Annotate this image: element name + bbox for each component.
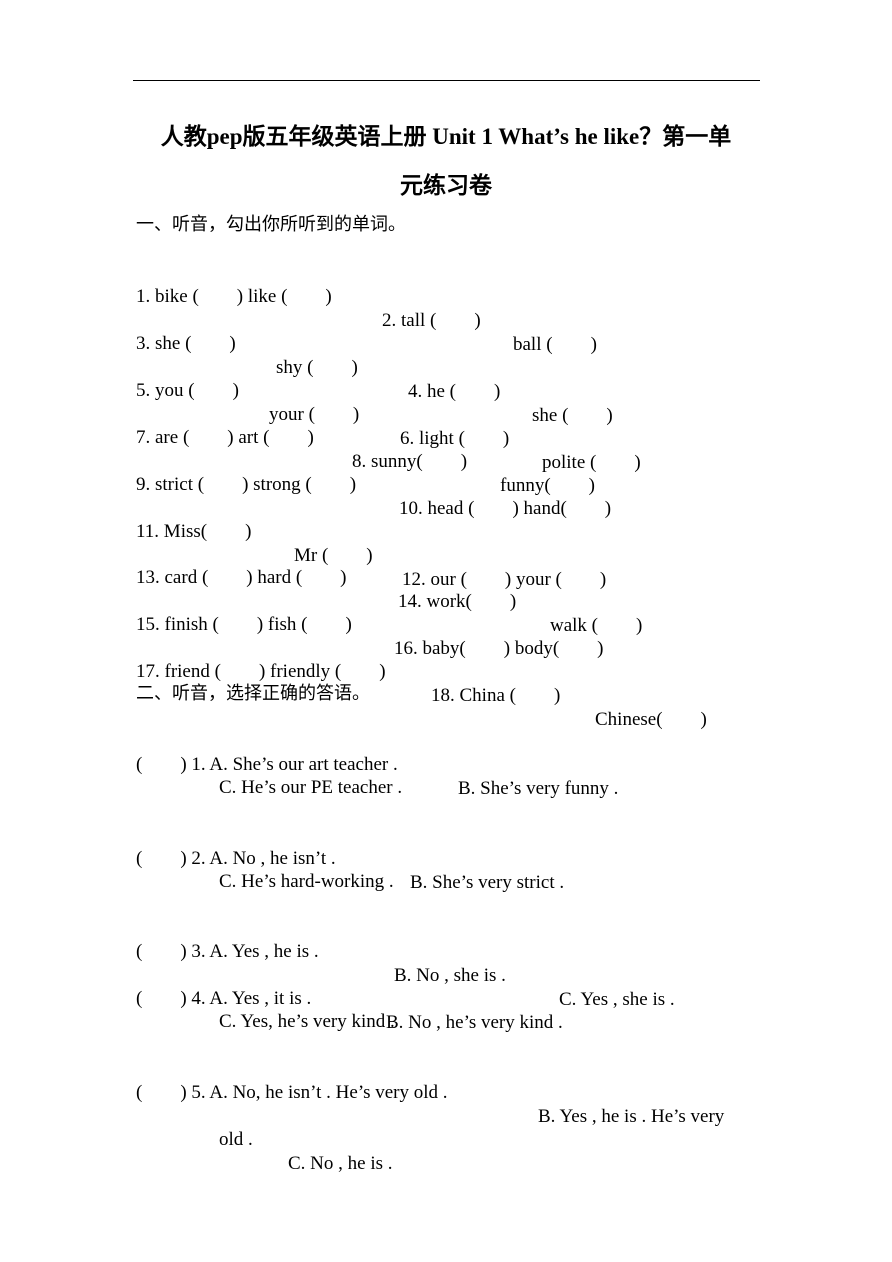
- word-pair: 14. work( ): [398, 591, 517, 612]
- word-pair: 2. tall ( ): [382, 310, 481, 331]
- word-pair: 4. he ( ): [408, 381, 501, 402]
- word-pair: 7. are ( ) art ( ): [136, 427, 314, 448]
- word-pair: polite ( ): [542, 452, 641, 473]
- question-option-c: C. Yes , she is .: [559, 989, 675, 1010]
- question-4-option-c: C. Yes, he’s very kind .: [219, 1011, 395, 1032]
- word-pair: your ( ): [269, 404, 360, 425]
- question-option-a: ( ) 1. A. She’s our art teacher .: [136, 754, 398, 775]
- question-1-option-c: C. He’s our PE teacher .: [219, 777, 403, 798]
- word-pair: 6. light ( ): [400, 428, 510, 449]
- question-option-c: C. No , he is .: [288, 1153, 393, 1174]
- question-option-b: B. Yes , he is . He’s very: [538, 1106, 725, 1127]
- section2-heading: 二、听音，选择正确的答语。: [136, 683, 370, 704]
- question-2-option-c: C. He’s hard-working .: [219, 871, 394, 892]
- question-1: ( ) 1. A. She’s our art teacher . B. She…: [136, 729, 618, 801]
- word-pair: 15. finish ( ) fish ( ): [136, 614, 352, 635]
- question-option-b: B. No , she is .: [394, 965, 506, 986]
- question-5: ( ) 5. A. No, he isn’t . He’s very old .…: [136, 1057, 724, 1129]
- word-pair: 3. she ( ): [136, 333, 236, 354]
- question-option-b: B. She’s very funny .: [458, 778, 619, 799]
- word-pair: she ( ): [532, 405, 613, 426]
- question-option-a: ( ) 3. A. Yes , he is .: [136, 941, 319, 962]
- question-4: ( ) 4. A. Yes , it is . B. No , he’s ver…: [136, 963, 563, 1035]
- word-pair: 11. Miss( ): [136, 521, 252, 542]
- question-option-b-continued: old .: [219, 1129, 253, 1150]
- question-option-a: ( ) 2. A. No , he isn’t .: [136, 848, 336, 869]
- word-pair: shy ( ): [276, 357, 358, 378]
- word-pair: 18. China ( ): [431, 685, 561, 706]
- question-option-a: ( ) 4. A. Yes , it is .: [136, 988, 312, 1009]
- word-pair: 5. you ( ): [136, 380, 239, 401]
- document-title-line1: 人教pep版五年级英语上册 Unit 1 What’s he like？第一单: [160, 124, 732, 149]
- question-option-b: B. No , he’s very kind .: [386, 1012, 563, 1033]
- question-option-b: B. She’s very strict .: [410, 872, 565, 893]
- question-2: ( ) 2. A. No , he isn’t . B. She’s very …: [136, 823, 564, 895]
- document-title-line2: 元练习卷: [400, 173, 492, 198]
- word-pair: 9. strict ( ) strong ( ): [136, 474, 357, 495]
- question-option-a: ( ) 5. A. No, he isn’t . He’s very old .: [136, 1082, 448, 1103]
- word-pair: Chinese( ): [595, 709, 707, 730]
- header-rule: [133, 80, 760, 81]
- word-pair: 16. baby( ) body( ): [394, 638, 604, 659]
- word-pair: 13. card ( ) hard ( ): [136, 567, 347, 588]
- question-5-continuation: old . C. No , he is .: [219, 1104, 393, 1176]
- word-pair: 12. our ( ) your ( ): [402, 569, 607, 590]
- word-pair: 8. sunny( ): [352, 451, 468, 472]
- word-pair: Mr ( ): [294, 545, 373, 566]
- word-pair: ball ( ): [513, 334, 597, 355]
- section1-heading: 一、听音，勾出你所听到的单词。: [136, 214, 406, 235]
- word-pair: 17. friend ( ) friendly ( ): [136, 661, 386, 682]
- word-pair: funny( ): [500, 475, 595, 496]
- word-pair: 10. head ( ) hand( ): [399, 498, 612, 519]
- word-pair: 1. bike ( ) like ( ): [136, 286, 332, 307]
- word-pair: walk ( ): [550, 615, 643, 636]
